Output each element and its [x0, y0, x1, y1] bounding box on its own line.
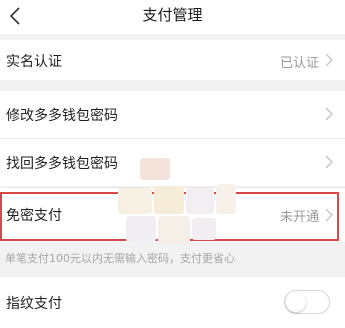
fingerprint-toggle[interactable]: [284, 290, 330, 314]
chevron-right-icon: [325, 53, 333, 67]
password-free-label: 免密支付: [6, 208, 62, 224]
row-recover-wallet-password[interactable]: 找回多多钱包密码: [0, 139, 345, 186]
payment-management-screen: 支付管理 实名认证 已认证 修改多多钱包密码 找回多多钱包密码 免密支付 未开通: [0, 0, 345, 328]
row-real-name-verification[interactable]: 实名认证 已认证: [0, 40, 345, 80]
row-password-free-payment[interactable]: 免密支付 未开通: [0, 188, 345, 242]
page-title: 支付管理: [142, 6, 203, 24]
back-button[interactable]: [4, 4, 26, 28]
recover-password-label: 找回多多钱包密码: [6, 156, 118, 172]
real-name-status: 已认证: [279, 56, 319, 71]
change-password-label: 修改多多钱包密码: [6, 108, 118, 124]
row-change-wallet-password[interactable]: 修改多多钱包密码: [0, 91, 345, 138]
password-free-status: 未开通: [279, 210, 319, 225]
password-free-hint: 单笔支付100元以内无需输入密码，支付更省心: [5, 252, 235, 265]
toggle-knob: [286, 292, 306, 312]
chevron-right-icon: [325, 107, 333, 121]
fingerprint-label: 指纹支付: [6, 296, 62, 312]
chevron-left-icon: [10, 7, 20, 25]
navigation-bar: 支付管理: [0, 0, 345, 34]
chevron-right-icon: [325, 208, 333, 222]
real-name-label: 实名认证: [6, 54, 62, 70]
chevron-right-icon: [325, 155, 333, 169]
